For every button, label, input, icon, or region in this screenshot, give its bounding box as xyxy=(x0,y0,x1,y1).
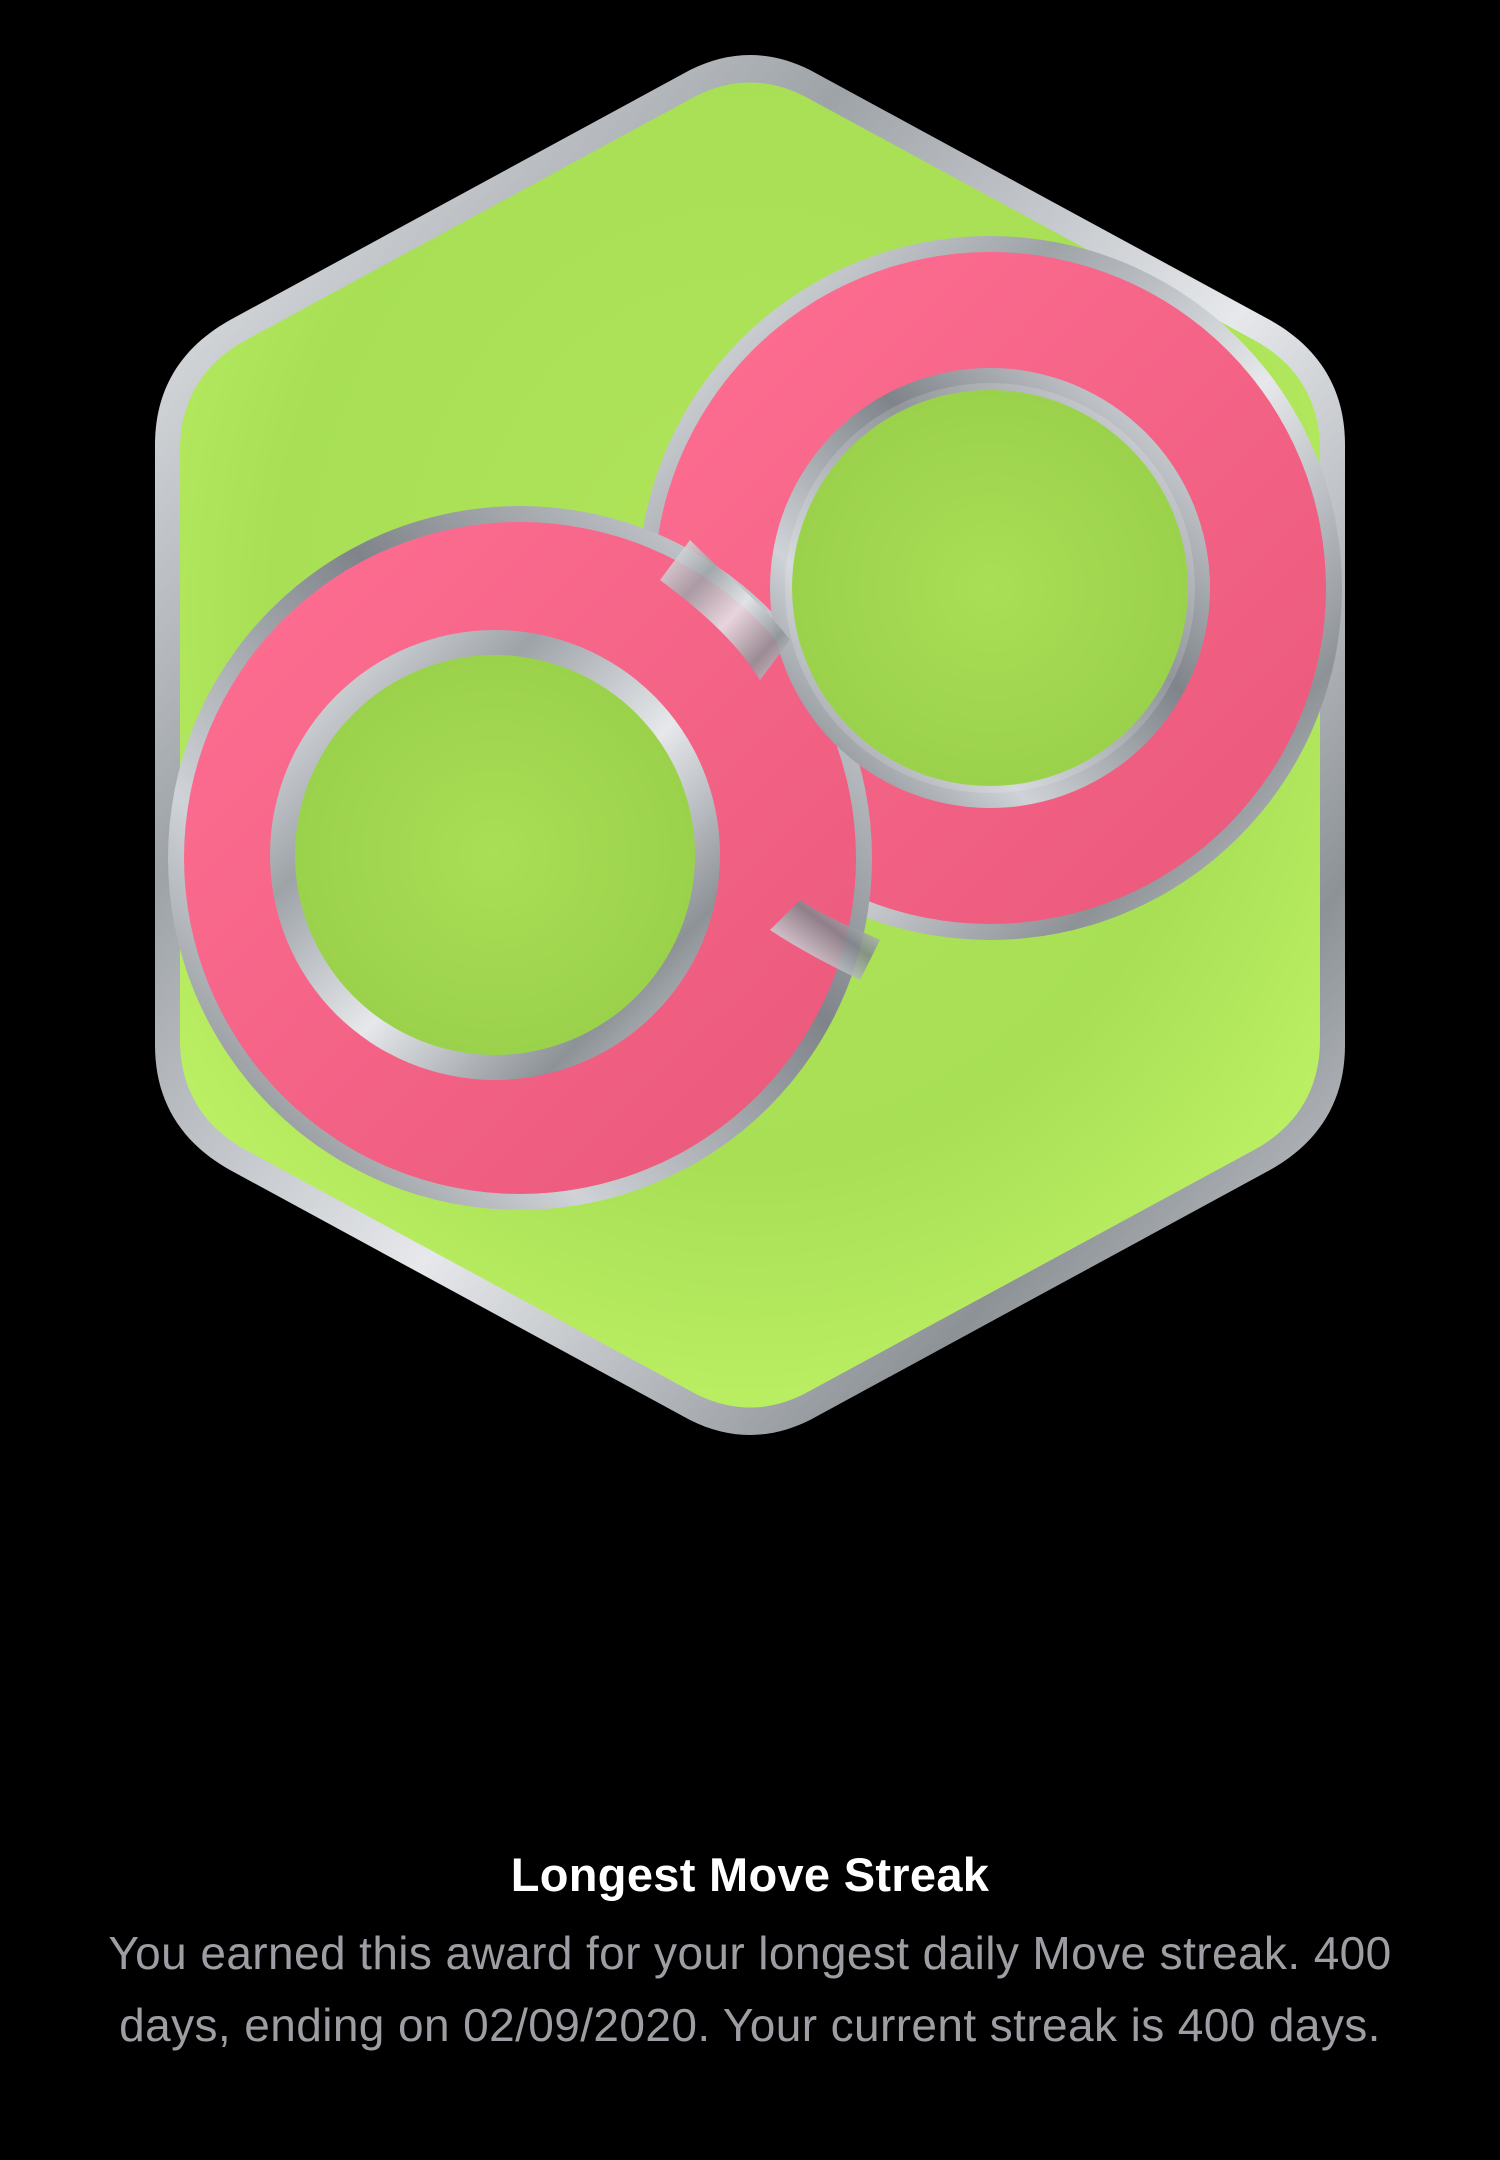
award-title: Longest Move Streak xyxy=(510,1848,990,1901)
infinity-medal-icon xyxy=(155,55,1345,1435)
award-badge xyxy=(0,0,1500,1500)
award-description: You earned this award for your longest d… xyxy=(108,1927,1392,2051)
award-info: Longest Move Streak You earned this awar… xyxy=(60,1845,1440,2061)
